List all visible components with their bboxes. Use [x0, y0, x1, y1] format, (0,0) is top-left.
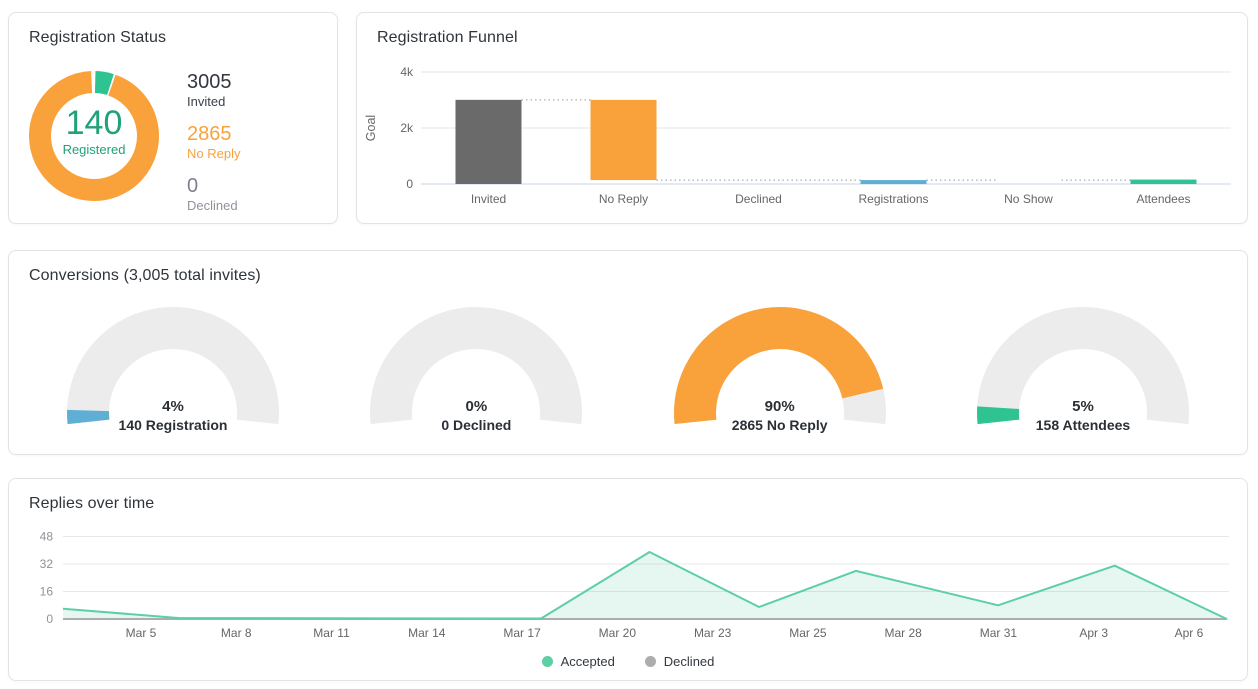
replies-over-time-card: Replies over time 0163248Mar 5Mar 8Mar 1…: [8, 478, 1248, 681]
category-label: No Show: [1004, 192, 1053, 206]
accepted-series-dot-icon: [542, 656, 553, 667]
donut-center-value: 140: [27, 105, 161, 141]
x-tick-label: Mar 28: [884, 626, 922, 640]
x-tick-label: Apr 6: [1175, 626, 1204, 640]
y-tick-label: 2k: [400, 121, 414, 135]
gauge-attendees[interactable]: 5% 158 Attendees: [958, 303, 1208, 443]
card-title: Registration Status: [29, 29, 166, 47]
gauge-percent: 4%: [48, 397, 298, 416]
gauge-label: 2865 No Reply: [655, 416, 905, 435]
donut-segment-registered[interactable]: [95, 82, 110, 85]
x-tick-label: Mar 14: [408, 626, 446, 640]
x-tick-label: Mar 23: [694, 626, 732, 640]
legend-item-declined[interactable]: Declined: [645, 654, 715, 669]
funnel-bar[interactable]: [1131, 180, 1197, 184]
funnel-bar[interactable]: [861, 180, 927, 184]
gauge-label: 158 Attendees: [958, 416, 1208, 435]
legend-label: Declined: [664, 654, 715, 669]
stat-value: 0: [187, 175, 240, 197]
gauge-percent: 5%: [958, 397, 1208, 416]
y-tick-label: 16: [40, 585, 54, 599]
declined-series-dot-icon: [645, 656, 656, 667]
gauge-registration[interactable]: 4% 140 Registration: [48, 303, 298, 443]
category-label: Registrations: [858, 192, 928, 206]
x-tick-label: Mar 11: [313, 626, 350, 640]
gauge-row: 4% 140 Registration 0% 0 Declined 90% 28…: [9, 303, 1247, 443]
gauge-percent: 0%: [351, 397, 601, 416]
x-tick-label: Mar 8: [221, 626, 252, 640]
y-tick-label: 32: [40, 557, 54, 571]
gauge-no-reply[interactable]: 90% 2865 No Reply: [655, 303, 905, 443]
stat-value: 3005: [187, 71, 240, 93]
gauge-label: 140 Registration: [48, 416, 298, 435]
funnel-bar[interactable]: [456, 100, 522, 184]
stat-label: Declined: [187, 197, 240, 214]
y-tick-label: 48: [40, 530, 54, 544]
y-tick-label: 0: [406, 177, 413, 191]
x-tick-label: Mar 25: [789, 626, 827, 640]
y-tick-label: 0: [46, 612, 53, 626]
stat-label: No Reply: [187, 145, 240, 162]
y-axis-title: Goal: [364, 115, 378, 141]
stat-declined: 0 Declined: [187, 175, 240, 214]
funnel-bar[interactable]: [591, 100, 657, 180]
gauge-text: 90% 2865 No Reply: [655, 397, 905, 435]
x-tick-label: Mar 17: [503, 626, 541, 640]
accepted-area-fill: [63, 552, 1227, 619]
donut-center-label: Registered: [27, 142, 161, 157]
gauge-declined[interactable]: 0% 0 Declined: [351, 303, 601, 443]
card-title: Conversions (3,005 total invites): [29, 267, 261, 285]
registration-funnel-card: Registration Funnel 02k4kGoalInvitedNo R…: [356, 12, 1248, 224]
conversions-card: Conversions (3,005 total invites) 4% 140…: [8, 250, 1248, 455]
x-tick-label: Apr 3: [1079, 626, 1108, 640]
x-tick-label: Mar 31: [980, 626, 1018, 640]
donut-center: 140 Registered: [27, 105, 161, 157]
gauge-text: 5% 158 Attendees: [958, 397, 1208, 435]
stat-label: Invited: [187, 93, 240, 110]
gauge-label: 0 Declined: [351, 416, 601, 435]
stat-no-reply: 2865 No Reply: [187, 123, 240, 162]
gauge-text: 0% 0 Declined: [351, 397, 601, 435]
legend-label: Accepted: [561, 654, 615, 669]
registration-status-card: Registration Status 140 Registered 3005 …: [8, 12, 338, 224]
registration-donut-chart[interactable]: 140 Registered: [27, 69, 161, 203]
category-label: Declined: [735, 192, 782, 206]
gauge-percent: 90%: [655, 397, 905, 416]
replies-over-time-chart[interactable]: 0 16 32 48 Mar 5 Mar 8 Mar 11 Mar 14 Mar 17 Mar 2…: [9, 479, 1248, 681]
category-label: Attendees: [1136, 192, 1190, 206]
stat-value: 2865: [187, 123, 240, 145]
category-label: Invited: [471, 192, 506, 206]
gauge-text: 4% 140 Registration: [48, 397, 298, 435]
chart-legend: Accepted Declined: [9, 654, 1247, 669]
category-label: No Reply: [599, 192, 648, 206]
y-tick-label: 4k: [400, 65, 414, 79]
dashboard-page: { "registration_status": { "title": "Reg…: [0, 0, 1258, 689]
legend-item-accepted[interactable]: Accepted: [542, 654, 615, 669]
registration-stats: 3005 Invited 2865 No Reply 0 Declined: [187, 71, 240, 214]
x-tick-label: Mar 5: [126, 626, 157, 640]
x-tick-label: Mar 20: [599, 626, 637, 640]
stat-invited: 3005 Invited: [187, 71, 240, 110]
registration-funnel-chart[interactable]: 02k4kGoalInvitedNo ReplyDeclinedRegistra…: [357, 13, 1248, 224]
